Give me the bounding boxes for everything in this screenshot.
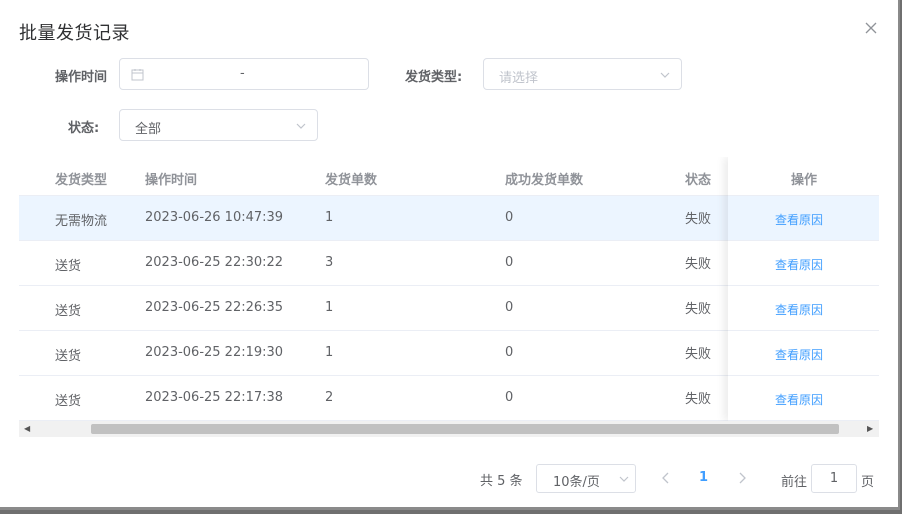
col-header-status: 状态 [685,173,712,188]
col-header-ship-type: 发货类型 [55,173,108,188]
status-select[interactable]: 全部 [119,109,318,141]
cell-success-count: 0 [505,345,514,360]
cell-ship-type: 送货 [55,304,82,319]
goto-page-input[interactable]: 1 [811,464,857,493]
view-reason-link[interactable]: 查看原因 [775,211,823,228]
cell-count: 1 [325,300,334,315]
page-suffix: 页 [861,475,875,490]
next-page-icon[interactable] [734,468,750,488]
chevron-down-icon [659,69,671,81]
col-header-count: 发货单数 [325,173,378,188]
calendar-icon [131,68,144,81]
cell-ship-type: 无需物流 [55,214,108,229]
page-size-select[interactable]: 10条/页 [536,464,636,493]
cell-op-time: 2023-06-25 22:19:30 [145,345,284,360]
action-cell: 查看原因 [729,331,879,376]
op-time-label: 操作时间 [55,70,108,85]
view-reason-link[interactable]: 查看原因 [775,391,823,408]
cell-success-count: 0 [505,210,514,225]
col-header-action-cell: 操作 [729,157,879,196]
action-cell: 查看原因 [729,196,879,241]
cell-status: 失败 [685,212,712,227]
cell-count: 1 [325,345,334,360]
status-select-value: 全部 [135,122,162,137]
action-cell: 查看原因 [729,286,879,331]
ship-type-placeholder: 请选择 [499,71,539,86]
col-header-success-count: 成功发货单数 [505,173,584,188]
col-header-op-time: 操作时间 [145,173,198,188]
cell-count: 3 [325,255,334,270]
date-range-separator: - [240,66,245,81]
cell-ship-type: 送货 [55,349,82,364]
cell-status: 失败 [685,347,712,362]
cell-op-time: 2023-06-25 22:26:35 [145,300,284,315]
ship-type-select[interactable]: 请选择 [483,58,682,90]
view-reason-link[interactable]: 查看原因 [775,301,823,318]
cell-status: 失败 [685,392,712,407]
cell-op-time: 2023-06-25 22:30:22 [145,255,284,270]
view-reason-link[interactable]: 查看原因 [775,346,823,363]
dialog-title: 批量发货记录 [19,23,130,44]
cell-ship-type: 送货 [55,259,82,274]
scroll-right-arrow-icon[interactable]: ▶ [867,425,875,433]
shipping-record-table: 发货类型 操作时间 发货单数 成功发货单数 状态 无需物流 2023-06-26… [19,157,879,421]
cell-ship-type: 送货 [55,394,82,409]
cell-op-time: 2023-06-25 22:17:38 [145,390,284,405]
batch-shipping-dialog: 批量发货记录 操作时间 - 发货类型: 请选择 状态: 全部 发货类型 操作时间… [0,0,900,510]
page-size-value: 10条/页 [553,475,600,490]
cell-success-count: 0 [505,390,514,405]
cell-op-time: 2023-06-26 10:47:39 [145,210,284,225]
close-icon[interactable] [862,19,880,37]
col-header-action: 操作 [791,173,818,188]
status-label: 状态: [68,121,100,136]
cell-status: 失败 [685,302,712,317]
goto-label: 前往 [781,475,808,490]
ship-type-label: 发货类型: [405,70,463,85]
prev-page-icon[interactable] [658,468,674,488]
op-time-range-picker[interactable]: - [119,58,369,90]
cell-success-count: 0 [505,300,514,315]
cell-count: 2 [325,390,334,405]
horizontal-scrollbar[interactable]: ◀ ▶ [19,421,879,437]
fixed-action-column: 操作 查看原因 查看原因 查看原因 查看原因 查看原因 [729,157,879,421]
action-cell: 查看原因 [729,241,879,286]
scrollbar-thumb[interactable] [91,424,839,434]
chevron-down-icon [618,473,630,485]
scroll-left-arrow-icon[interactable]: ◀ [24,425,32,433]
cell-success-count: 0 [505,255,514,270]
cell-status: 失败 [685,257,712,272]
current-page-number[interactable]: 1 [699,470,708,485]
chevron-down-icon [295,120,307,132]
action-cell: 查看原因 [729,376,879,421]
view-reason-link[interactable]: 查看原因 [775,256,823,273]
cell-count: 1 [325,210,334,225]
pagination-total: 共 5 条 [480,474,523,489]
